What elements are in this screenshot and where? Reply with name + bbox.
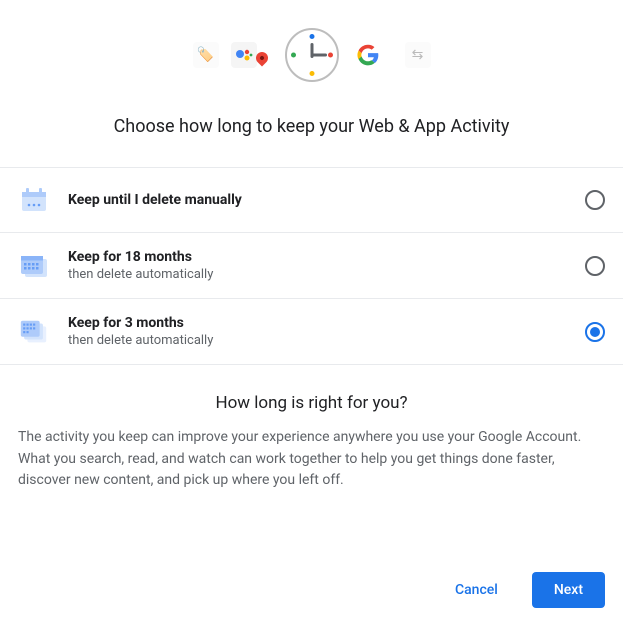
info-body: The activity you keep can improve your e… xyxy=(18,427,605,492)
page-title: Choose how long to keep your Web & App A… xyxy=(0,90,623,167)
option-label: Keep for 3 months xyxy=(68,315,567,331)
cancel-button[interactable]: Cancel xyxy=(433,572,520,608)
option-label: Keep until I delete manually xyxy=(68,192,567,208)
assistant-icon xyxy=(231,42,257,68)
option-sublabel: then delete automatically xyxy=(68,267,567,282)
info-section: How long is right for you? The activity … xyxy=(0,365,623,502)
radio-button[interactable] xyxy=(585,322,605,342)
next-button[interactable]: Next xyxy=(532,572,605,608)
calendar-3m-icon xyxy=(18,316,50,348)
radio-button[interactable] xyxy=(585,256,605,276)
option-label: Keep for 18 months xyxy=(68,249,567,265)
misc-icon: ⇆ xyxy=(405,42,431,68)
option-keep-3-months[interactable]: Keep for 3 months then delete automatica… xyxy=(0,299,623,365)
footer: Cancel Next xyxy=(0,502,623,632)
hero-icons: 🏷️ ⇆ xyxy=(0,0,623,90)
option-keep-manual[interactable]: Keep until I delete manually xyxy=(0,168,623,233)
option-sublabel: then delete automatically xyxy=(68,333,567,348)
tag-icon: 🏷️ xyxy=(193,42,219,68)
radio-button[interactable] xyxy=(585,190,605,210)
dialog: 🏷️ ⇆ Choose how long to keep your Web & … xyxy=(0,0,623,632)
option-text: Keep until I delete manually xyxy=(68,192,567,208)
calendar-manual-icon xyxy=(18,184,50,216)
info-title: How long is right for you? xyxy=(18,393,605,413)
option-text: Keep for 3 months then delete automatica… xyxy=(68,315,567,348)
clock-icon xyxy=(285,28,339,82)
google-g-icon xyxy=(355,42,381,68)
options-list: Keep until I delete manually Keep for 18… xyxy=(0,167,623,365)
option-text: Keep for 18 months then delete automatic… xyxy=(68,249,567,282)
calendar-18m-icon xyxy=(18,250,50,282)
option-keep-18-months[interactable]: Keep for 18 months then delete automatic… xyxy=(0,233,623,299)
